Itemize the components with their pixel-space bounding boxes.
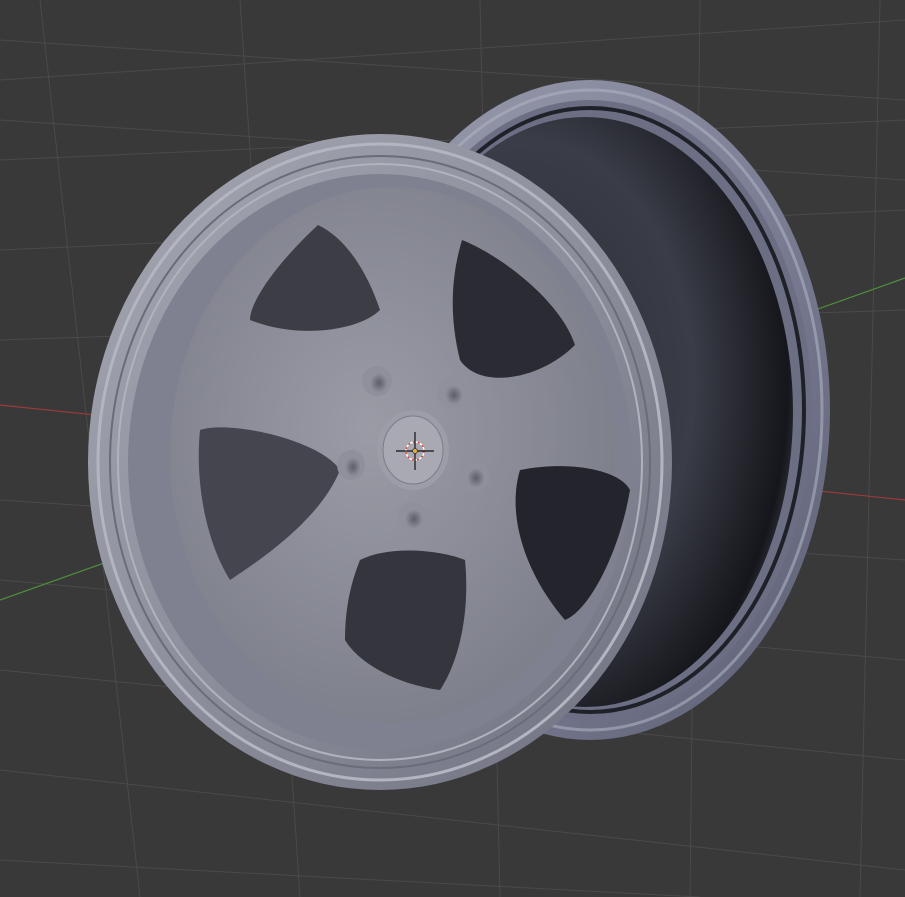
lug-hole: [459, 461, 489, 491]
lug-hole: [437, 378, 467, 408]
lug-hole: [362, 366, 392, 396]
3d-viewport[interactable]: [0, 0, 905, 897]
lug-hole: [397, 502, 427, 532]
lug-hole: [337, 450, 365, 480]
